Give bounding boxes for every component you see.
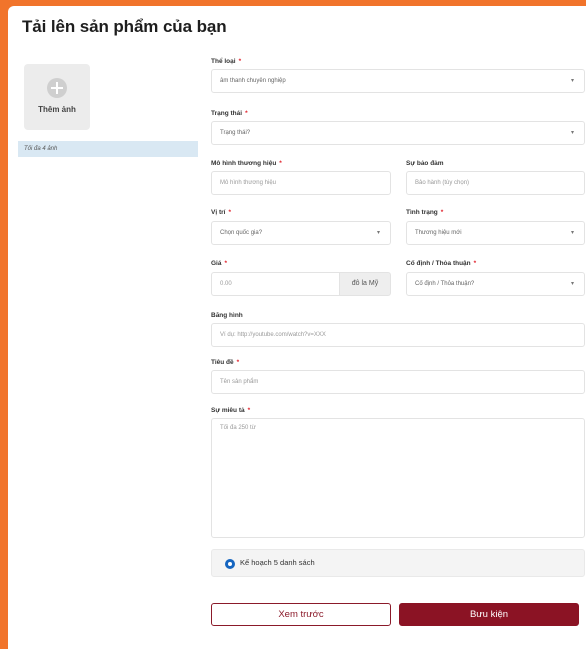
fixed-negotiable-label: Cố định / Thỏa thuận * — [406, 260, 477, 267]
status-label: Trạng thái * — [211, 110, 248, 117]
location-select[interactable]: Chọn quốc gia? ▾ — [211, 221, 391, 245]
radio-selected-icon[interactable] — [225, 559, 235, 569]
currency-unit: đô la Mỹ — [339, 272, 391, 296]
condition-value: Thương hiệu mới — [415, 230, 462, 236]
page-title: Tải lên sản phẩm của bạn — [22, 17, 227, 36]
chevron-down-icon: ▾ — [570, 130, 574, 136]
chevron-down-icon: ▾ — [570, 78, 574, 84]
video-url-input[interactable]: Ví dụ: http://youtube.com/watch?v=XXX — [211, 323, 585, 347]
brand-model-label: Mô hình thương hiệu * — [211, 160, 282, 167]
submit-button[interactable]: Bưu kiện — [399, 603, 579, 626]
condition-select[interactable]: Thương hiệu mới ▾ — [406, 221, 585, 245]
price-label: Giá * — [211, 260, 228, 267]
chevron-down-icon: ▾ — [570, 230, 574, 236]
category-select[interactable]: âm thanh chuyên nghiệp ▾ — [211, 69, 585, 93]
description-textarea[interactable]: Tối đa 250 từ — [211, 418, 585, 538]
description-label: Sự miêu tả * — [211, 407, 251, 414]
chevron-down-icon: ▾ — [376, 230, 380, 236]
status-select[interactable]: Trạng thái? ▾ — [211, 121, 585, 145]
photo-limit-note: Tối đa 4 ảnh — [18, 141, 198, 157]
plus-circle-icon — [47, 78, 67, 98]
title-input[interactable]: Tên sản phẩm — [211, 370, 585, 394]
fixed-negotiable-value: Cố định / Thỏa thuận? — [415, 281, 475, 287]
brand-model-input[interactable]: Mô hình thương hiệu — [211, 171, 391, 195]
add-photo-button[interactable]: Thêm ảnh — [24, 64, 90, 130]
video-label: Băng hình — [211, 312, 243, 319]
location-value: Chọn quốc gia? — [220, 230, 263, 236]
warranty-input[interactable]: Bảo hành (tùy chọn) — [406, 171, 585, 195]
condition-label: Tình trạng * — [406, 209, 444, 216]
fixed-negotiable-select[interactable]: Cố định / Thỏa thuận? ▾ — [406, 272, 585, 296]
location-label: Vị trí * — [211, 209, 231, 216]
preview-button[interactable]: Xem trước — [211, 603, 391, 626]
upload-card: Tải lên sản phẩm của bạn Thêm ảnh Tối đa… — [8, 6, 586, 649]
add-photo-label: Thêm ảnh — [38, 105, 76, 114]
category-label: Thể loại * — [211, 58, 242, 65]
status-value: Trạng thái? — [220, 130, 251, 136]
category-value: âm thanh chuyên nghiệp — [220, 78, 286, 84]
title-label: Tiêu đề * — [211, 359, 240, 366]
plan-option[interactable]: Kế hoạch 5 danh sách — [211, 549, 585, 577]
plan-label: Kế hoạch 5 danh sách — [240, 558, 315, 567]
warranty-label: Sự bảo đảm — [406, 160, 444, 167]
price-input[interactable]: 0.00 — [211, 272, 341, 296]
chevron-down-icon: ▾ — [570, 281, 574, 287]
